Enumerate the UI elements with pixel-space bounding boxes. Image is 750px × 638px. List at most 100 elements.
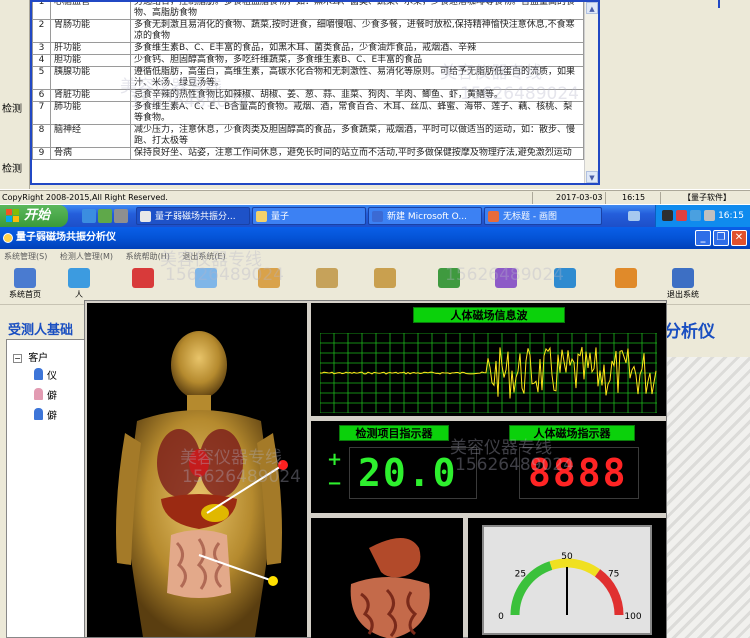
analysis-window: 人体磁场信息波 检测项目指示器 人体磁场指示器 + − 20.0 8888 0 … [84, 300, 667, 638]
window-title: 量子弱磁场共振分析仪 [16, 232, 116, 243]
cell-n: 3 [32, 42, 51, 55]
cell-name: 肾脏功能 [50, 89, 131, 102]
task-folder[interactable]: 量子 [252, 207, 366, 225]
toolbar-label: 人 [75, 290, 83, 299]
toolbar-icon [14, 268, 36, 288]
task-paint[interactable]: 无标题 - 画图 [484, 207, 602, 225]
cell-advice: 少食钙、胆固醇高食物，多吃纤维蔬菜，多食维生素B、C、E丰富的食品 [130, 54, 584, 67]
gauge-tick-label: 75 [608, 570, 619, 580]
tree-item[interactable]: 仪 [34, 367, 57, 382]
close-button[interactable]: ✕ [731, 230, 747, 246]
tree-root[interactable]: − 客户 [13, 349, 48, 364]
intestine-image [350, 538, 430, 638]
cell-advice: 劳逸结合，控制脂肪。多食粗血脂食物，如：黑木耳、菌类、蔬菜、水果，少食速溶咖啡等… [130, 2, 584, 20]
cell-advice: 多食维生素B、C、E丰富的食品，如黑木耳、菌类食品，少食油炸食品，戒烟酒、辛辣 [130, 42, 584, 55]
toolbar-icon [554, 268, 576, 288]
taskbar: 开始 量子弱磁场共振分... 量子 新建 Microsoft O... 无标题 … [0, 205, 750, 227]
desktop-icon[interactable] [98, 209, 112, 223]
table-row[interactable]: 7 肺功能 多食维生素A、C、E、B含量高的食物。戒烟、酒，常食百合、木耳、丝瓜、蜂… [32, 101, 584, 125]
title-bar: 量子弱磁场共振分析仪 _ ❐ ✕ [0, 227, 750, 249]
tree-item[interactable]: 僻 [34, 407, 57, 422]
volume-icon[interactable] [704, 210, 715, 221]
vertical-scrollbar[interactable]: ▲ ▼ [584, 2, 598, 183]
gauge-tick-label: 0 [498, 612, 504, 622]
menu-help[interactable]: 系统帮助(H) [126, 252, 170, 261]
cell-name: 胆功能 [50, 54, 131, 67]
indicator-panel: 检测项目指示器 人体磁场指示器 + − 20.0 8888 [311, 421, 666, 513]
table-row[interactable]: 2 胃肠功能 多食无刺激且易消化的食物、蔬菜,按时进食，细嚼慢咽、少食多餐，进餐时放… [32, 19, 584, 43]
app-task-icon [140, 211, 151, 222]
table-row[interactable]: 9 骨病 保持良好坐、站姿，注意工作间休息，避免长时间的站立而不活动,平时多做保健按… [32, 147, 584, 160]
cell-n: 1 [32, 2, 51, 20]
gauge-tick-label: 50 [561, 552, 573, 562]
menu-persons[interactable]: 检测人管理(M) [60, 252, 113, 261]
toolbar-button-2[interactable] [124, 268, 162, 302]
gauge-tick-label: 25 [515, 570, 526, 580]
toolbar: 系统首页 人 退出系统 [0, 265, 750, 305]
result-table-frame: 1 心脑血管 劳逸结合，控制脂肪。多食粗血脂食物，如：黑木耳、菌类、蔬菜、水果，少食… [30, 0, 600, 185]
person-icon [34, 408, 43, 420]
task-label: 量子 [271, 212, 290, 222]
cell-advice: 减少压力，注意休息，少食肉类及胆固醇高的食品，多食蔬菜，戒烟酒，平时可以做适当的… [130, 124, 584, 148]
table-row[interactable]: 6 肾脏功能 忌食辛辣的热性食物比如辣椒、胡椒、姜、葱、蒜、韭菜、狗肉、羊肉、鲫鱼、… [32, 89, 584, 102]
status-time: 16:15 [622, 193, 646, 202]
table-row[interactable]: 4 胆功能 少食钙、胆固醇高食物，多吃纤维蔬菜，多食维生素B、C、E丰富的食品 [32, 54, 584, 67]
toolbar-button-8[interactable] [487, 268, 525, 302]
cell-name: 肺功能 [50, 101, 131, 125]
table-row[interactable]: 5 胰腺功能 遵循低脂肪，高蛋白，高维生素，高碳水化合物和无刺激性、易消化等原则。可… [32, 66, 584, 90]
toolbar-button-1[interactable]: 人 [60, 268, 98, 302]
cell-n: 6 [32, 89, 51, 102]
cell-advice: 保持良好坐、站姿，注意工作间休息，避免长时间的站立而不活动,平时多做保健按摩及物… [130, 147, 584, 160]
minimize-button[interactable]: _ [695, 230, 711, 246]
toolbar-icon [615, 268, 637, 288]
tray-icon[interactable] [690, 210, 701, 221]
cell-n: 9 [32, 147, 51, 160]
ie-icon[interactable] [82, 209, 96, 223]
menu-system[interactable]: 系统管理(S) [4, 252, 47, 261]
tray-icon[interactable] [676, 210, 687, 221]
task-word[interactable]: 新建 Microsoft O... [368, 207, 482, 225]
system-tray: 16:15 [655, 205, 750, 227]
media-icon[interactable] [114, 209, 128, 223]
folder-icon [256, 211, 267, 222]
person-icon [34, 388, 43, 400]
toolbar-button-3[interactable] [187, 268, 225, 302]
toolbar-button-4[interactable] [250, 268, 288, 302]
toolbar-label: 系统首页 [9, 290, 41, 299]
tree-item-label: 仪 [47, 371, 57, 382]
task-quantum-app[interactable]: 量子弱磁场共振分... [136, 207, 250, 225]
toolbar-button-6[interactable] [366, 268, 404, 302]
restore-button[interactable]: ❐ [713, 230, 729, 246]
cell-name: 胃肠功能 [50, 19, 131, 43]
analyzer-heading: 分析仪 [664, 322, 715, 342]
scroll-down-icon[interactable]: ▼ [586, 171, 598, 183]
toolbar-button-0[interactable]: 系统首页 [6, 268, 44, 302]
language-icon[interactable] [628, 211, 640, 221]
tree-item[interactable]: 僻 [34, 387, 57, 402]
toolbar-button-7[interactable] [430, 268, 468, 302]
start-button[interactable]: 开始 [0, 205, 68, 227]
plus-sign: + [327, 449, 343, 470]
toolbar-button-5[interactable] [308, 268, 346, 302]
toolbar-button-9[interactable] [546, 268, 584, 302]
tray-icon[interactable] [662, 210, 673, 221]
tree-root-label: 客户 [28, 353, 49, 364]
dna-background [664, 357, 750, 638]
table-row[interactable]: 1 心脑血管 劳逸结合，控制脂肪。多食粗血脂食物，如：黑木耳、菌类、蔬菜、水果，少食… [32, 2, 584, 20]
toolbar-button-11[interactable]: 退出系统 [664, 268, 702, 302]
magnetic-wave-panel: 人体磁场信息波 [311, 303, 666, 416]
table-row[interactable]: 3 肝功能 多食维生素B、C、E丰富的食品，如黑木耳、菌类食品，少食油炸食品，戒烟酒… [32, 42, 584, 55]
item-indicator-display: 20.0 [349, 447, 477, 499]
app-window: 量子弱磁场共振分析仪 _ ❐ ✕ 系统管理(S) 检测人管理(M) 系统帮助(H… [0, 227, 750, 638]
collapse-icon[interactable]: − [13, 354, 22, 363]
toolbar-icon [258, 268, 280, 288]
table-row[interactable]: 8 脑神经 减少压力，注意休息，少食肉类及胆固醇高的食品，多食蔬菜，戒烟酒，平时可以… [32, 124, 584, 148]
toolbar-button-10[interactable] [607, 268, 645, 302]
cell-n: 7 [32, 101, 51, 125]
scroll-up-icon[interactable]: ▲ [586, 2, 598, 14]
organ-panel [311, 518, 463, 638]
field-indicator-value: 8888 [528, 451, 628, 495]
menu-exit[interactable]: 退出系统(E) [182, 252, 225, 261]
left-label: 检测 [2, 104, 22, 115]
human-body-panel [87, 303, 307, 637]
